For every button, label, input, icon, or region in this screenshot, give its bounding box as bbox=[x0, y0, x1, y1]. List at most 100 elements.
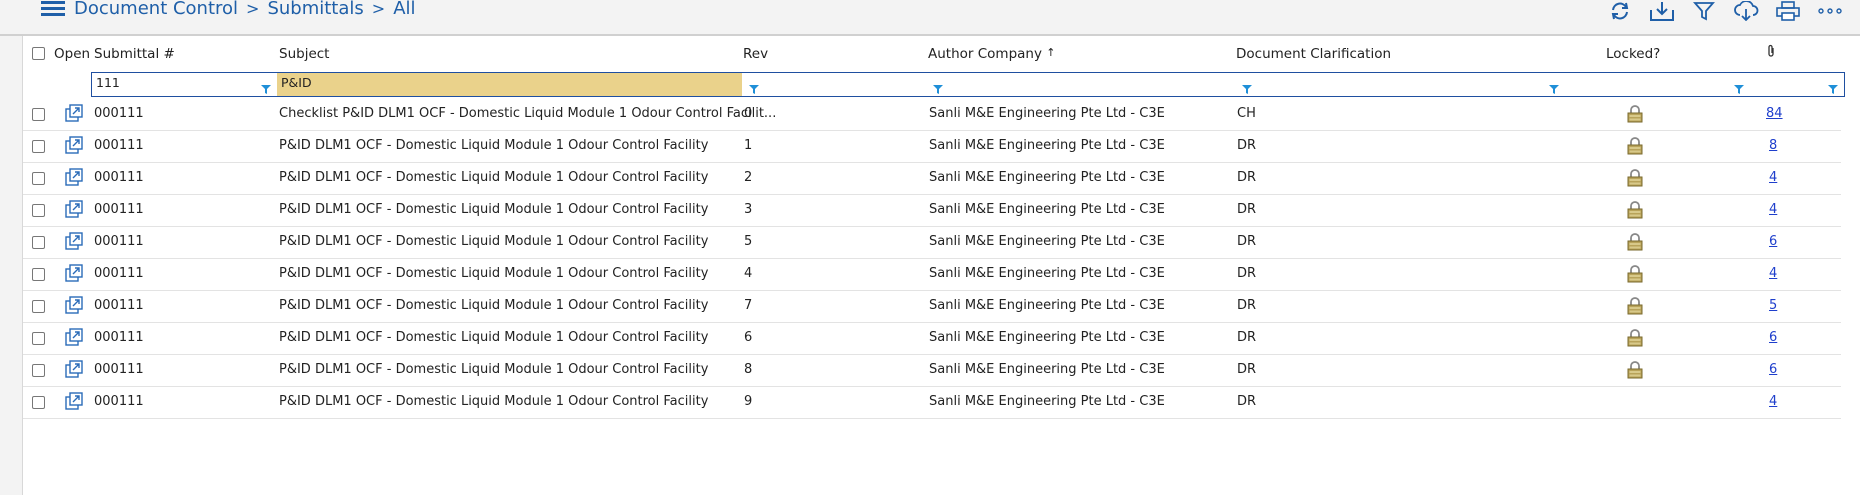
cell-submittal: 000111 bbox=[94, 106, 144, 121]
header-document-clarification[interactable]: Document Clarification bbox=[1236, 46, 1391, 62]
row-checkbox[interactable] bbox=[32, 364, 45, 377]
header-rev[interactable]: Rev bbox=[743, 46, 768, 62]
breadcrumb-document-control[interactable]: Document Control bbox=[74, 0, 238, 19]
row-checkbox[interactable] bbox=[32, 204, 45, 217]
cell-subject: P&ID DLM1 OCF - Domestic Liquid Module 1… bbox=[279, 138, 709, 153]
locked-filter-field[interactable] bbox=[1543, 73, 1728, 96]
open-external-icon[interactable] bbox=[65, 200, 83, 218]
cell-subject: Checklist P&ID DLM1 OCF - Domestic Liqui… bbox=[279, 106, 777, 121]
subject-filter-value: P&ID bbox=[281, 75, 312, 90]
table-row[interactable]: 000111 P&ID DLM1 OCF - Domestic Liquid M… bbox=[23, 386, 1841, 419]
filter-icon[interactable] bbox=[1690, 0, 1718, 22]
cell-attachments-link[interactable]: 4 bbox=[1769, 170, 1777, 185]
cell-author-company: Sanli M&E Engineering Pte Ltd - C3E bbox=[929, 202, 1165, 217]
cell-subject: P&ID DLM1 OCF - Domestic Liquid Module 1… bbox=[279, 266, 709, 281]
row-checkbox[interactable] bbox=[32, 108, 45, 121]
cell-submittal: 000111 bbox=[94, 266, 144, 281]
row-checkbox[interactable] bbox=[32, 396, 45, 409]
table-row[interactable]: 000111 P&ID DLM1 OCF - Domestic Liquid M… bbox=[23, 226, 1841, 259]
filter-icon[interactable] bbox=[1827, 80, 1839, 94]
open-external-icon[interactable] bbox=[65, 328, 83, 346]
filter-icon[interactable] bbox=[748, 80, 760, 94]
author-filter-field[interactable] bbox=[927, 73, 1235, 96]
table-row[interactable]: 000111 P&ID DLM1 OCF - Domestic Liquid M… bbox=[23, 354, 1841, 387]
table-row[interactable]: 000111 P&ID DLM1 OCF - Domestic Liquid M… bbox=[23, 322, 1841, 355]
breadcrumb-submittals[interactable]: Submittals bbox=[267, 0, 363, 19]
download-icon[interactable] bbox=[1648, 0, 1676, 22]
subject-filter-field[interactable]: P&ID bbox=[277, 73, 742, 96]
cell-attachments-link[interactable]: 84 bbox=[1766, 106, 1783, 121]
cell-document-clarification: DR bbox=[1237, 394, 1257, 409]
cell-rev: 2 bbox=[744, 170, 753, 185]
open-external-icon[interactable] bbox=[65, 232, 83, 250]
table-row[interactable]: 000111 P&ID DLM1 OCF - Domestic Liquid M… bbox=[23, 162, 1841, 195]
cell-submittal: 000111 bbox=[94, 298, 144, 313]
open-external-icon[interactable] bbox=[65, 136, 83, 154]
cell-attachments-link[interactable]: 4 bbox=[1769, 266, 1777, 281]
table-row[interactable]: 000111 P&ID DLM1 OCF - Domestic Liquid M… bbox=[23, 290, 1841, 323]
cell-attachments-link[interactable]: 6 bbox=[1769, 330, 1777, 345]
row-checkbox[interactable] bbox=[32, 300, 45, 313]
submittal-filter-field[interactable]: 111 bbox=[92, 73, 276, 96]
print-icon[interactable] bbox=[1774, 0, 1802, 22]
cell-document-clarification: DR bbox=[1237, 266, 1257, 281]
open-external-icon[interactable] bbox=[65, 168, 83, 186]
cell-attachments-link[interactable]: 6 bbox=[1769, 362, 1777, 377]
table-row[interactable]: 000111 P&ID DLM1 OCF - Domestic Liquid M… bbox=[23, 194, 1841, 227]
cell-submittal: 000111 bbox=[94, 202, 144, 217]
cell-submittal: 000111 bbox=[94, 138, 144, 153]
cell-attachments-link[interactable]: 4 bbox=[1769, 202, 1777, 217]
open-external-icon[interactable] bbox=[65, 360, 83, 378]
more-icon[interactable] bbox=[1816, 0, 1844, 22]
refresh-icon[interactable] bbox=[1606, 0, 1634, 22]
cell-document-clarification: DR bbox=[1237, 234, 1257, 249]
menu-icon[interactable] bbox=[41, 0, 65, 18]
cell-subject: P&ID DLM1 OCF - Domestic Liquid Module 1… bbox=[279, 234, 709, 249]
cell-attachments-link[interactable]: 5 bbox=[1769, 298, 1777, 313]
cell-subject: P&ID DLM1 OCF - Domestic Liquid Module 1… bbox=[279, 330, 709, 345]
filter-icon[interactable] bbox=[1241, 80, 1253, 94]
filter-icon[interactable] bbox=[932, 80, 944, 94]
row-checkbox[interactable] bbox=[32, 236, 45, 249]
filter-icon[interactable] bbox=[1548, 80, 1560, 94]
table-header: Open Submittal # Subject Rev Author Comp… bbox=[23, 36, 1860, 70]
cell-attachments-link[interactable]: 4 bbox=[1769, 394, 1777, 409]
cell-attachments-link[interactable]: 6 bbox=[1769, 234, 1777, 249]
row-checkbox[interactable] bbox=[32, 140, 45, 153]
header-submittal[interactable]: Submittal # bbox=[94, 46, 175, 62]
cell-subject: P&ID DLM1 OCF - Domestic Liquid Module 1… bbox=[279, 394, 709, 409]
lock-icon bbox=[1627, 265, 1643, 283]
header-open[interactable]: Open bbox=[54, 46, 90, 62]
paperclip-icon[interactable] bbox=[1766, 44, 1776, 62]
open-external-icon[interactable] bbox=[65, 104, 83, 122]
header-author-company[interactable]: Author Company ↑ bbox=[928, 46, 1055, 62]
open-external-icon[interactable] bbox=[65, 392, 83, 410]
table-row[interactable]: 000111 Checklist P&ID DLM1 OCF - Domesti… bbox=[23, 98, 1841, 131]
open-external-icon[interactable] bbox=[65, 264, 83, 282]
cell-attachments-link[interactable]: 8 bbox=[1769, 138, 1777, 153]
lock-icon bbox=[1627, 361, 1643, 379]
open-external-icon[interactable] bbox=[65, 296, 83, 314]
header-locked[interactable]: Locked? bbox=[1606, 46, 1660, 62]
row-checkbox[interactable] bbox=[32, 172, 45, 185]
table-row[interactable]: 000111 P&ID DLM1 OCF - Domestic Liquid M… bbox=[23, 258, 1841, 291]
lock-icon bbox=[1627, 169, 1643, 187]
cell-submittal: 000111 bbox=[94, 234, 144, 249]
filter-icon[interactable] bbox=[1733, 80, 1745, 94]
toolbar bbox=[1606, 0, 1844, 22]
cell-author-company: Sanli M&E Engineering Pte Ltd - C3E bbox=[929, 266, 1165, 281]
breadcrumb: Document Control > Submittals > All bbox=[74, 0, 416, 19]
chevron-right-icon: > bbox=[246, 0, 260, 18]
row-checkbox[interactable] bbox=[32, 268, 45, 281]
cloud-download-icon[interactable] bbox=[1732, 0, 1760, 22]
row-checkbox[interactable] bbox=[32, 332, 45, 345]
select-all-checkbox[interactable] bbox=[32, 47, 45, 60]
chevron-right-icon: > bbox=[371, 0, 386, 18]
table-row[interactable]: 000111 P&ID DLM1 OCF - Domestic Liquid M… bbox=[23, 130, 1841, 163]
rev-filter-field[interactable] bbox=[742, 73, 927, 96]
filter-icon[interactable] bbox=[260, 80, 272, 94]
clarification-filter-field[interactable] bbox=[1235, 73, 1543, 96]
breadcrumb-all[interactable]: All bbox=[393, 0, 415, 19]
lock-icon bbox=[1627, 105, 1643, 123]
header-subject[interactable]: Subject bbox=[279, 46, 329, 62]
